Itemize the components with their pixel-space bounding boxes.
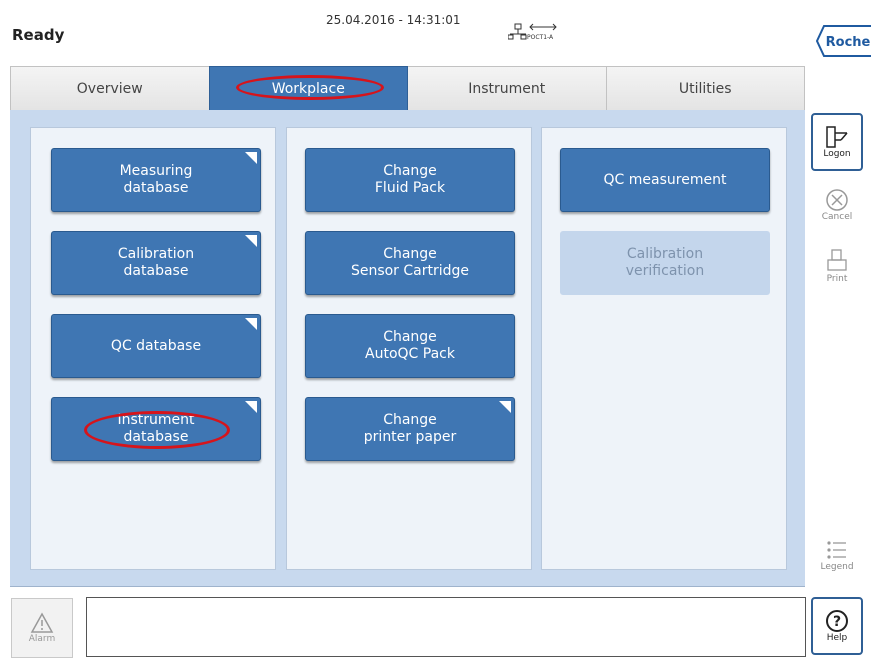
qc-database-button[interactable]: QC database [51,314,261,378]
calibration-verification-button: Calibration verification [560,231,770,295]
workplace-panel: Measuring database Calibration database … [10,110,805,587]
help-button[interactable]: ? Help [811,597,863,655]
warning-icon [30,612,54,633]
network-label: POCT1-A [527,34,554,41]
alarm-label: Alarm [28,634,56,644]
tab-utilities[interactable]: Utilities [605,66,805,110]
change-autoqc-pack-button[interactable]: Change AutoQC Pack [305,314,515,378]
status-text: Ready [12,26,65,44]
tab-label: Overview [76,80,143,97]
network-status: POCT1-A [507,22,588,50]
button-label: Change Sensor Cartridge [350,246,470,279]
logon-label: Logon [823,149,851,159]
change-fluid-pack-button[interactable]: Change Fluid Pack [305,148,515,212]
button-label: Calibration database [117,246,195,279]
submenu-corner-icon [245,401,257,413]
tab-overview[interactable]: Overview [10,66,210,110]
logo-text: Roche [826,35,871,50]
tab-instrument[interactable]: Instrument [407,66,607,110]
qc-column: QC measurement Calibration verification [541,127,787,570]
button-label: Change AutoQC Pack [365,329,455,362]
tab-label: Instrument [468,80,546,97]
alarm-button[interactable]: Alarm [11,598,73,658]
instrument-database-button[interactable]: Instrument database [51,397,261,461]
cancel-button[interactable]: Cancel [811,188,863,222]
roche-logo: Roche [816,25,871,57]
measuring-database-button[interactable]: Measuring database [51,148,261,212]
logon-button[interactable]: Logon [811,113,863,171]
submenu-corner-icon [245,152,257,164]
highlight-oval [84,411,230,449]
submenu-corner-icon [245,235,257,247]
submenu-corner-icon [245,318,257,330]
datetime-display: 25.04.2016 - 14:31:01 [326,13,461,27]
help-icon: ? [826,610,848,632]
button-label: QC database [110,337,202,354]
button-label: Calibration verification [625,246,705,279]
logon-icon [826,126,848,148]
button-label: QC measurement [603,171,727,188]
print-label: Print [826,274,848,284]
submenu-corner-icon [499,401,511,413]
consumables-column: Change Fluid Pack Change Sensor Cartridg… [286,127,532,570]
tab-workplace[interactable]: Workplace [208,66,408,110]
print-icon [827,249,847,271]
help-label: Help [826,633,848,643]
button-label: Change printer paper [363,412,457,445]
legend-icon [827,541,846,559]
change-sensor-cartridge-button[interactable]: Change Sensor Cartridge [305,231,515,295]
cancel-label: Cancel [821,212,853,222]
qc-measurement-button[interactable]: QC measurement [560,148,770,212]
database-column: Measuring database Calibration database … [30,127,276,570]
print-button[interactable]: Print [811,248,863,284]
tab-label: Utilities [678,80,732,97]
message-area [86,597,806,657]
highlight-oval [235,75,384,100]
legend-button[interactable]: Legend [811,538,863,572]
tab-bar: Overview Workplace Instrument Utilities [10,66,805,110]
svg-text:?: ? [833,614,841,630]
button-label: Measuring database [119,163,193,196]
change-printer-paper-button[interactable]: Change printer paper [305,397,515,461]
calibration-database-button[interactable]: Calibration database [51,231,261,295]
legend-label: Legend [820,562,854,572]
cancel-icon [826,189,848,211]
button-label: Change Fluid Pack [374,163,446,196]
